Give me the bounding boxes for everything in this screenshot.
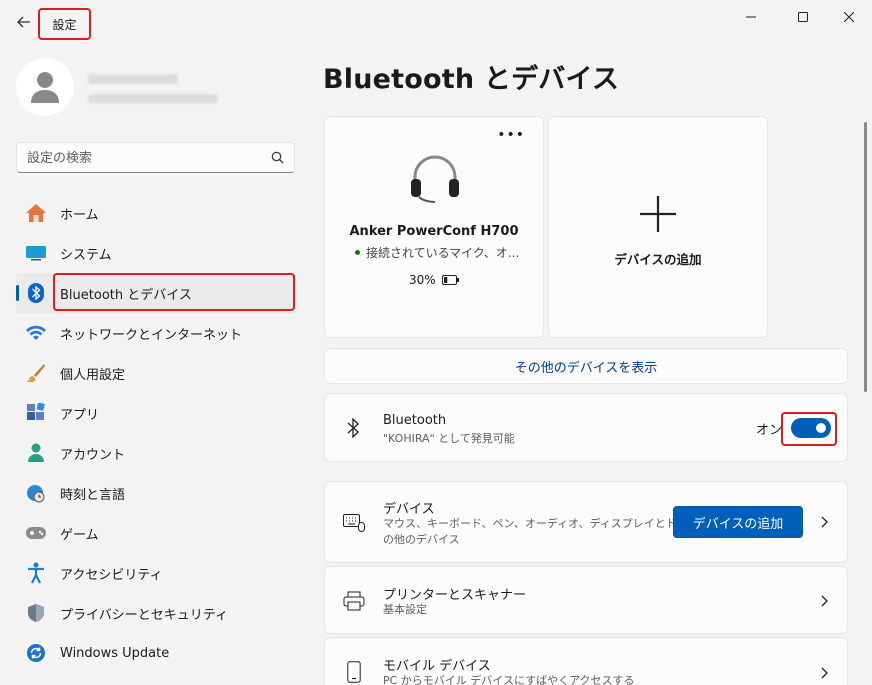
add-device-button[interactable]: デバイスの追加: [673, 506, 803, 538]
chevron-right-icon[interactable]: [818, 667, 830, 679]
user-email-redacted: [88, 94, 218, 103]
sidebar-item-accessibility[interactable]: アクセシビリティ: [16, 553, 296, 593]
sidebar-item-time-language[interactable]: 時刻と言語: [16, 473, 296, 513]
title-bar: 設定: [0, 0, 872, 40]
devices-subtitle-line2: の他のデバイス: [383, 533, 460, 546]
sidebar-item-label: プライバシーとセキュリティ: [60, 607, 228, 623]
maximize-icon: [798, 12, 808, 22]
sidebar-item-label: Bluetooth とデバイス: [60, 287, 192, 303]
device-status: 接続されているマイク、オ...: [355, 244, 519, 261]
sidebar-item-label: ネットワークとインターネット: [60, 327, 243, 343]
minimize-icon: [746, 16, 756, 18]
sidebar-item-label: アプリ: [60, 407, 100, 423]
bluetooth-subtitle: "KOHIRA" として発見可能: [383, 432, 515, 445]
scrollbar-thumb[interactable]: [864, 122, 867, 392]
connected-dot-icon: [355, 250, 360, 255]
user-name-redacted: [88, 74, 178, 84]
sidebar-item-label: アクセシビリティ: [60, 567, 163, 583]
sidebar-item-label: 個人用設定: [60, 367, 126, 383]
update-icon: [24, 641, 48, 665]
sidebar-item-accounts[interactable]: アカウント: [16, 433, 296, 473]
sidebar-item-windows-update[interactable]: Windows Update: [16, 633, 296, 673]
user-icon: [31, 72, 59, 103]
monitor-icon: [24, 241, 48, 265]
more-options-icon[interactable]: •••: [497, 127, 525, 143]
gamepad-icon: [24, 521, 48, 545]
sidebar-item-gaming[interactable]: ゲーム: [16, 513, 296, 553]
sidebar-item-home[interactable]: ホーム: [16, 193, 296, 233]
headset-icon: [411, 155, 459, 203]
user-profile[interactable]: [16, 58, 296, 118]
app-title: 設定: [38, 8, 91, 40]
plus-icon: [640, 196, 676, 232]
sidebar-nav: ホーム システム Bluetooth とデバイス ネットワークとインターネット …: [16, 193, 296, 673]
device-name: Anker PowerConf H700: [349, 224, 519, 239]
back-button[interactable]: [12, 10, 36, 34]
apps-icon: [24, 401, 48, 425]
sidebar-item-label: アカウント: [60, 447, 126, 463]
sidebar-item-label: システム: [60, 247, 112, 263]
bluetooth-toggle[interactable]: [791, 418, 831, 438]
person-icon: [24, 441, 48, 465]
sidebar-item-system[interactable]: システム: [16, 233, 296, 273]
battery-status: 30%: [409, 273, 460, 287]
device-status-text: 接続されているマイク、オ...: [366, 246, 520, 260]
printers-subtitle: 基本設定: [383, 603, 427, 616]
printers-setting-row[interactable]: プリンターとスキャナー 基本設定: [324, 566, 848, 634]
maximize-button[interactable]: [788, 6, 818, 28]
device-card[interactable]: ••• Anker PowerConf H700 接続されているマイク、オ...…: [324, 116, 544, 338]
close-icon: [844, 12, 854, 22]
sidebar-item-network[interactable]: ネットワークとインターネット: [16, 313, 296, 353]
sidebar-item-privacy[interactable]: プライバシーとセキュリティ: [16, 593, 296, 633]
bluetooth-icon: [24, 281, 48, 305]
toggle-knob: [816, 423, 826, 433]
add-device-card[interactable]: デバイスの追加: [548, 116, 768, 338]
clock-globe-icon: [24, 481, 48, 505]
mobile-devices-subtitle: PC からモバイル デバイスにすばやくアクセスする: [383, 674, 635, 685]
mobile-devices-title: モバイル デバイス: [383, 659, 491, 674]
avatar: [16, 58, 74, 116]
page-title: Bluetooth とデバイス: [323, 64, 620, 95]
keyboard-mouse-icon: [343, 514, 365, 532]
chevron-right-icon[interactable]: [818, 595, 830, 607]
shield-icon: [24, 601, 48, 625]
back-arrow-icon: [17, 16, 30, 28]
battery-percent: 30%: [409, 273, 436, 287]
bluetooth-state-label: オン: [756, 423, 783, 438]
show-more-devices-button[interactable]: その他のデバイスを表示: [324, 348, 848, 384]
minimize-button[interactable]: [736, 6, 766, 28]
sidebar-item-apps[interactable]: アプリ: [16, 393, 296, 433]
printer-icon: [343, 591, 365, 611]
chevron-right-icon[interactable]: [818, 516, 830, 528]
bluetooth-setting-row: Bluetooth "KOHIRA" として発見可能 オン: [324, 393, 848, 462]
sidebar-item-label: ホーム: [60, 207, 99, 223]
close-button[interactable]: [834, 6, 864, 28]
search-icon[interactable]: [271, 151, 284, 164]
mobile-devices-setting-row[interactable]: モバイル デバイス PC からモバイル デバイスにすばやくアクセスする: [324, 637, 848, 685]
wifi-icon: [24, 321, 48, 345]
bluetooth-icon: [347, 418, 359, 438]
sidebar-item-label: Windows Update: [60, 645, 170, 661]
search-input[interactable]: [27, 149, 267, 167]
home-icon: [24, 201, 48, 225]
devices-subtitle-line1: マウス、キーボード、ペン、オーディオ、ディスプレイとドック、そ: [383, 517, 720, 530]
sidebar-item-label: ゲーム: [60, 527, 99, 543]
paintbrush-icon: [24, 361, 48, 385]
search-box[interactable]: [16, 142, 295, 173]
sidebar-item-label: 時刻と言語: [60, 487, 126, 503]
phone-icon: [347, 661, 361, 683]
sidebar-item-personalization[interactable]: 個人用設定: [16, 353, 296, 393]
devices-title: デバイス: [383, 502, 435, 517]
bluetooth-title: Bluetooth: [383, 413, 447, 428]
sidebar-item-bluetooth[interactable]: Bluetooth とデバイス: [16, 273, 296, 313]
battery-icon: [441, 275, 459, 285]
add-device-card-label: デバイスの追加: [614, 252, 702, 267]
accessibility-icon: [24, 561, 48, 585]
printers-title: プリンターとスキャナー: [383, 588, 527, 603]
